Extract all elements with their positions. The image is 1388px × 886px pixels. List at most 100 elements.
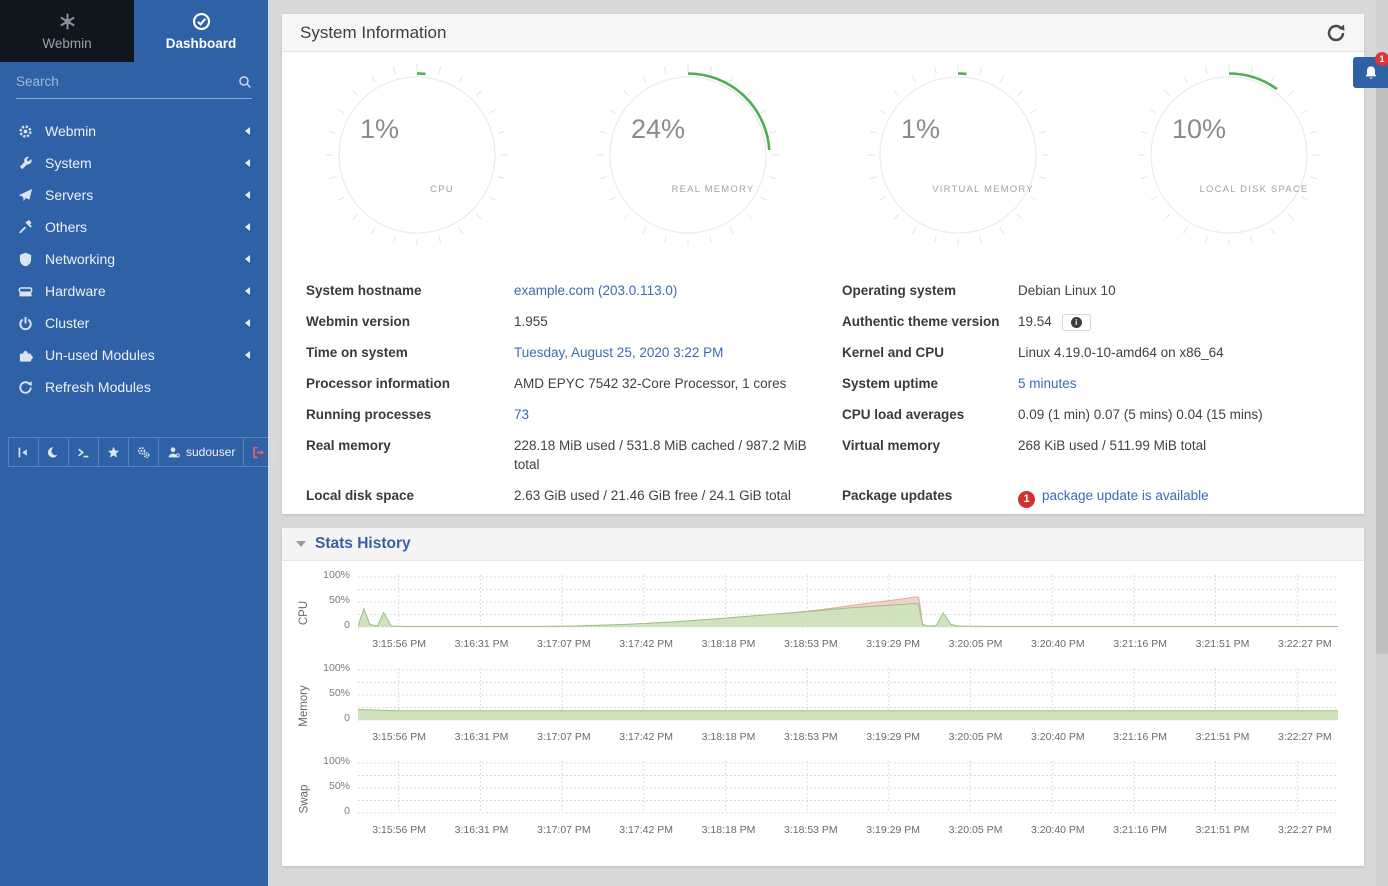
chart-y-axis-title: CPU xyxy=(294,573,314,652)
info-value: Debian Linux 10 xyxy=(1018,275,1340,306)
info-label: Local disk space xyxy=(306,480,506,514)
x-tick-label: 3:22:27 PM xyxy=(1278,638,1332,650)
info-label: Time on system xyxy=(306,337,506,368)
chart-cpu: CPU100%50%03:15:56 PM3:16:31 PM3:17:07 P… xyxy=(294,573,1346,652)
chart-y-axis-title-text: Memory xyxy=(298,685,310,727)
caret-left-icon xyxy=(245,351,250,359)
svg-text:LOCAL DISK SPACE: LOCAL DISK SPACE xyxy=(1199,184,1308,195)
sidebar-item-un-used-modules[interactable]: Un-used Modules xyxy=(0,339,268,371)
terminal-button[interactable] xyxy=(69,438,99,466)
y-tick-label: 50% xyxy=(329,780,350,792)
info-value: example.com (203.0.113.0) xyxy=(514,275,834,306)
info-value: Linux 4.19.0-10-amd64 on x86_64 xyxy=(1018,337,1340,368)
moon-icon xyxy=(47,446,60,459)
notification-count-badge: 1 xyxy=(1375,52,1388,66)
info-link[interactable]: package update is available xyxy=(1042,488,1209,503)
user-icon xyxy=(167,446,180,459)
chart-x-tick-labels: 3:15:56 PM3:16:31 PM3:17:07 PM3:17:42 PM… xyxy=(358,727,1346,745)
collapse-sidebar-button[interactable] xyxy=(9,438,39,466)
caret-left-icon xyxy=(245,319,250,327)
refresh-page-icon[interactable] xyxy=(1326,23,1346,43)
sidebar-item-others[interactable]: Others xyxy=(0,211,268,243)
sidebar-item-label: Cluster xyxy=(45,315,245,331)
info-label: Operating system xyxy=(842,275,1010,306)
user-button[interactable]: sudouser xyxy=(159,438,244,466)
x-tick-label: 3:20:05 PM xyxy=(949,638,1003,650)
sidebar-tabs: Webmin Dashboard xyxy=(0,0,268,62)
info-label: System hostname xyxy=(306,275,506,306)
info-link[interactable]: 5 minutes xyxy=(1018,376,1077,391)
x-tick-label: 3:16:31 PM xyxy=(455,731,509,743)
hdd-icon xyxy=(18,284,33,299)
caret-left-icon xyxy=(245,159,250,167)
paper-plane-icon xyxy=(18,188,33,203)
x-tick-label: 3:18:18 PM xyxy=(702,731,756,743)
info-link[interactable]: example.com (203.0.113.0) xyxy=(514,283,677,298)
caret-left-icon xyxy=(245,191,250,199)
stats-history-header[interactable]: Stats History xyxy=(282,528,1364,561)
sidebar-item-networking[interactable]: Networking xyxy=(0,243,268,275)
tab-dashboard[interactable]: Dashboard xyxy=(134,0,268,62)
info-label: Real memory xyxy=(306,430,506,480)
x-tick-label: 3:20:40 PM xyxy=(1031,731,1085,743)
scrollbar-thumb[interactable] xyxy=(1376,88,1388,654)
chart-y-tick-labels: 100%50%0 xyxy=(314,759,358,838)
night-mode-button[interactable] xyxy=(39,438,69,466)
sidebar-item-cluster[interactable]: Cluster xyxy=(0,307,268,339)
svg-text:24%: 24% xyxy=(631,114,685,144)
page-scrollbar xyxy=(1376,0,1388,886)
info-link[interactable]: 73 xyxy=(514,407,529,422)
sidebar-item-webmin[interactable]: Webmin xyxy=(0,115,268,147)
notifications-button[interactable]: 1 xyxy=(1353,57,1388,88)
x-tick-label: 3:21:16 PM xyxy=(1113,638,1167,650)
x-tick-label: 3:22:27 PM xyxy=(1278,824,1332,836)
x-tick-label: 3:17:42 PM xyxy=(619,638,673,650)
sidebar-item-refresh-modules[interactable]: Refresh Modules xyxy=(0,371,268,403)
y-tick-label: 100% xyxy=(323,569,350,581)
x-tick-label: 3:20:05 PM xyxy=(949,824,1003,836)
x-tick-label: 3:20:40 PM xyxy=(1031,638,1085,650)
x-tick-label: 3:15:56 PM xyxy=(372,731,426,743)
stats-history-panel: Stats History CPU100%50%03:15:56 PM3:16:… xyxy=(282,528,1364,866)
info-value: 1package update is available xyxy=(1018,480,1340,514)
sidebar-item-hardware[interactable]: Hardware xyxy=(0,275,268,307)
y-tick-label: 100% xyxy=(323,755,350,767)
sidebar-item-system[interactable]: System xyxy=(0,147,268,179)
settings-button[interactable] xyxy=(129,438,159,466)
terminal-icon xyxy=(77,446,90,459)
chart-plot: 3:15:56 PM3:16:31 PM3:17:07 PM3:17:42 PM… xyxy=(358,573,1346,652)
chart-y-tick-labels: 100%50%0 xyxy=(314,573,358,652)
info-value: AMD EPYC 7542 32-Core Processor, 1 cores xyxy=(514,368,834,399)
chart-y-tick-labels: 100%50%0 xyxy=(314,666,358,745)
page-title: System Information xyxy=(300,23,446,43)
x-tick-label: 3:17:42 PM xyxy=(619,731,673,743)
theme-info-chip[interactable] xyxy=(1062,314,1091,331)
system-information-header: System Information xyxy=(282,14,1364,52)
dashboard-check-icon xyxy=(192,12,211,31)
sidebar-item-label: Webmin xyxy=(45,123,245,139)
chart-x-tick-labels: 3:15:56 PM3:16:31 PM3:17:07 PM3:17:42 PM… xyxy=(358,634,1346,652)
sidebar-item-servers[interactable]: Servers xyxy=(0,179,268,211)
info-value: 268 KiB used / 511.99 MiB total xyxy=(1018,430,1340,480)
favorites-button[interactable] xyxy=(99,438,129,466)
info-value: 1.955 xyxy=(514,306,834,337)
x-tick-label: 3:15:56 PM xyxy=(372,824,426,836)
svg-text:1%: 1% xyxy=(901,114,940,144)
gears-icon xyxy=(137,446,150,459)
x-tick-label: 3:21:51 PM xyxy=(1196,638,1250,650)
sidebar-item-label: Networking xyxy=(45,251,245,267)
info-value: 5 minutes xyxy=(1018,368,1340,399)
chart-y-axis-title: Memory xyxy=(294,666,314,745)
tab-dashboard-label: Dashboard xyxy=(166,36,237,51)
y-tick-label: 100% xyxy=(323,662,350,674)
info-label: Processor information xyxy=(306,368,506,399)
info-link[interactable]: Tuesday, August 25, 2020 3:22 PM xyxy=(514,345,723,360)
x-tick-label: 3:22:27 PM xyxy=(1278,731,1332,743)
tab-webmin[interactable]: Webmin xyxy=(0,0,134,62)
main-content: System Information 1%CPU24%REAL MEMORY1%… xyxy=(268,0,1388,886)
bell-icon xyxy=(1363,65,1379,81)
search-input[interactable] xyxy=(16,74,238,89)
shield-icon xyxy=(18,252,33,267)
caret-left-icon xyxy=(245,255,250,263)
sidebar-item-label: Servers xyxy=(45,187,245,203)
